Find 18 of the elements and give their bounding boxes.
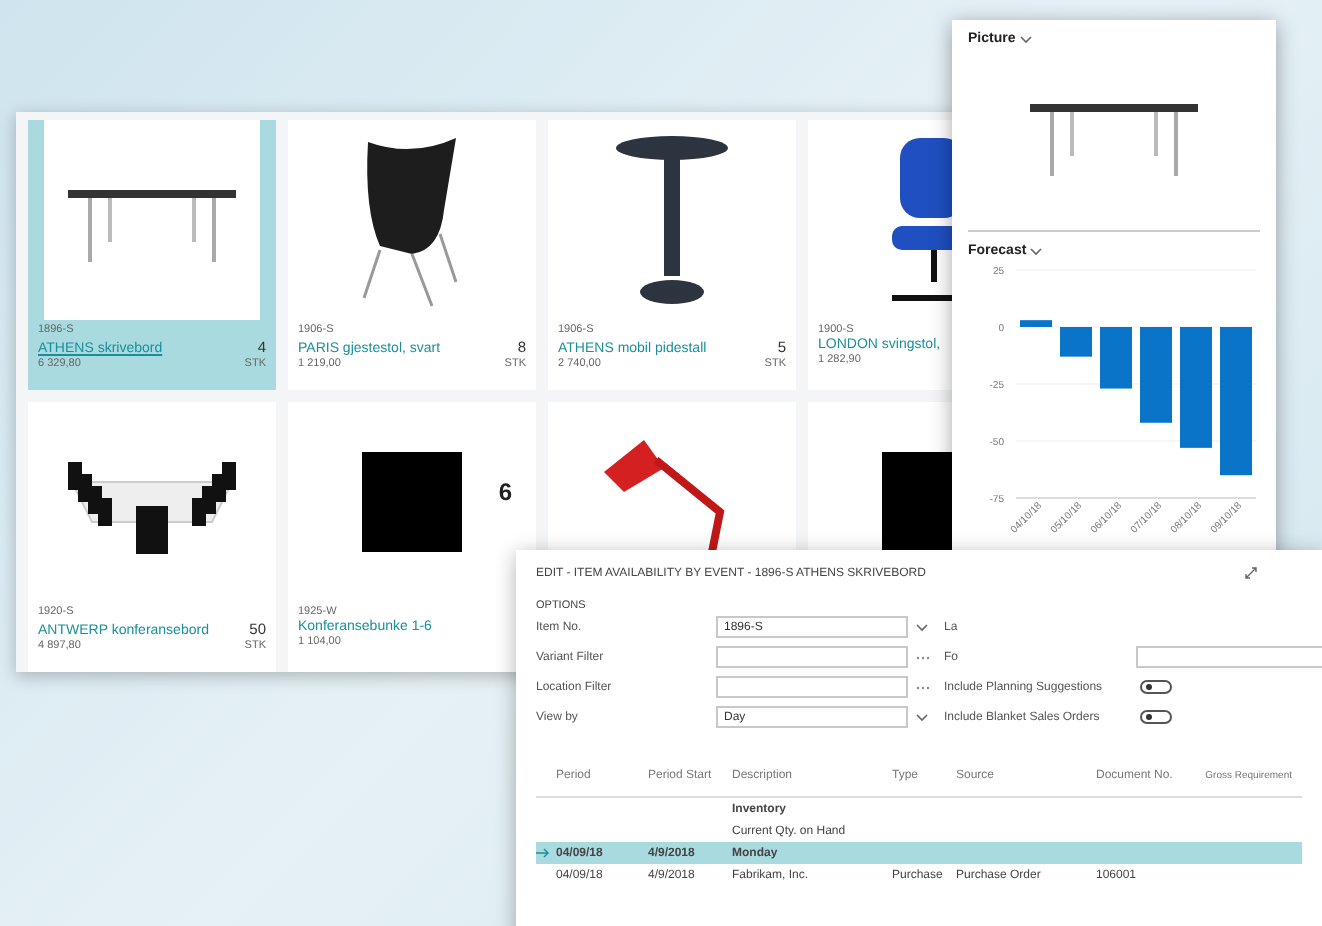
- forecast-bar: [1100, 327, 1132, 389]
- toggle-switch[interactable]: [1140, 680, 1172, 694]
- chevron-down-icon[interactable]: [916, 623, 928, 631]
- chevron-down-icon[interactable]: [916, 713, 928, 721]
- expand-icon[interactable]: [1244, 566, 1258, 580]
- forecast-bar: [1020, 320, 1052, 327]
- bundle-count: 6: [498, 478, 512, 506]
- input-field[interactable]: [1136, 646, 1322, 668]
- toggle-switch[interactable]: [1140, 710, 1172, 724]
- input-field[interactable]: [716, 646, 908, 668]
- input-field[interactable]: [716, 676, 908, 698]
- arrow-right-icon: [536, 848, 550, 858]
- chevron-down-icon[interactable]: [1030, 247, 1043, 255]
- forecast-bar: [1140, 327, 1172, 423]
- photo-placeholder: [362, 452, 462, 552]
- forecast-bar: [1180, 327, 1212, 448]
- forecast-bar: [1060, 327, 1092, 357]
- chevron-down-icon[interactable]: [1019, 35, 1032, 43]
